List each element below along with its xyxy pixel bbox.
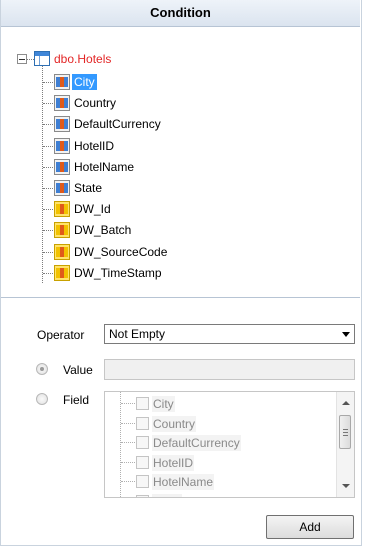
- field-list-item[interactable]: City: [105, 395, 335, 413]
- field-list-item[interactable]: HotelName: [105, 473, 335, 491]
- operator-value: Not Empty: [109, 327, 166, 341]
- scroll-thumb[interactable]: [339, 415, 351, 449]
- field-item-label: HotelName: [152, 474, 215, 490]
- system-column-icon: [54, 265, 70, 281]
- dropdown-arrow-icon: [342, 332, 350, 337]
- field-list-item[interactable]: HotelID: [105, 454, 335, 472]
- column-icon: [54, 180, 70, 196]
- column-icon: [54, 95, 70, 111]
- table-tree[interactable]: dbo.Hotels City Country DefaultCurrency Hot…: [1, 34, 360, 296]
- column-icon: [54, 159, 70, 175]
- table-icon: [34, 51, 50, 66]
- tree-root-label[interactable]: dbo.Hotels: [52, 51, 113, 67]
- field-checkbox[interactable]: [136, 397, 149, 410]
- column-icon: [54, 138, 70, 154]
- field-checkbox[interactable]: [136, 417, 149, 430]
- field-checklist[interactable]: City Country DefaultCurrency HotelID HotelNa…: [104, 391, 355, 498]
- field-item-label: HotelID: [152, 455, 195, 471]
- field-radio[interactable]: [36, 393, 48, 405]
- scroll-up-icon[interactable]: [342, 401, 350, 405]
- field-scrollbar[interactable]: [336, 392, 354, 497]
- collapse-toggle-icon[interactable]: [17, 54, 27, 64]
- field-item-label: Country: [152, 416, 197, 432]
- field-checkbox[interactable]: [136, 495, 149, 497]
- tree-item-label[interactable]: City: [72, 74, 97, 90]
- panel-header: Condition: [1, 0, 360, 27]
- tree-item-label[interactable]: DW_Id: [72, 201, 113, 217]
- tree-item-label[interactable]: DefaultCurrency: [72, 116, 163, 132]
- field-checkbox[interactable]: [136, 456, 149, 469]
- tree-item-label[interactable]: DW_Batch: [72, 222, 133, 238]
- field-checkbox[interactable]: [136, 475, 149, 488]
- section-divider: [1, 297, 360, 298]
- column-icon: [54, 74, 70, 90]
- tree-item-label[interactable]: DW_TimeStamp: [72, 265, 164, 281]
- tree-item-label[interactable]: Country: [72, 95, 118, 111]
- panel-title: Condition: [150, 5, 211, 20]
- field-item-label: City: [152, 396, 175, 412]
- field-item-label: State: [152, 494, 183, 497]
- field-label: Field: [63, 393, 90, 407]
- value-label: Value: [63, 363, 93, 377]
- column-icon: [54, 116, 70, 132]
- system-column-icon: [54, 244, 70, 260]
- system-column-icon: [54, 222, 70, 238]
- field-list-item[interactable]: State: [105, 493, 335, 497]
- field-item-label: DefaultCurrency: [152, 435, 241, 451]
- scroll-down-icon[interactable]: [342, 484, 350, 488]
- value-radio[interactable]: [36, 363, 48, 375]
- field-checkbox[interactable]: [136, 436, 149, 449]
- tree-item-label[interactable]: State: [72, 180, 104, 196]
- operator-dropdown[interactable]: Not Empty: [104, 324, 355, 344]
- tree-item-label[interactable]: DW_SourceCode: [72, 244, 169, 260]
- value-input[interactable]: [104, 359, 355, 380]
- add-button[interactable]: Add: [266, 515, 354, 539]
- field-list-item[interactable]: DefaultCurrency: [105, 434, 335, 452]
- tree-item-label[interactable]: HotelName: [72, 159, 136, 175]
- field-list-item[interactable]: Country: [105, 415, 335, 433]
- tree-item-label[interactable]: HotelID: [72, 138, 116, 154]
- operator-label: Operator: [37, 328, 85, 342]
- system-column-icon: [54, 201, 70, 217]
